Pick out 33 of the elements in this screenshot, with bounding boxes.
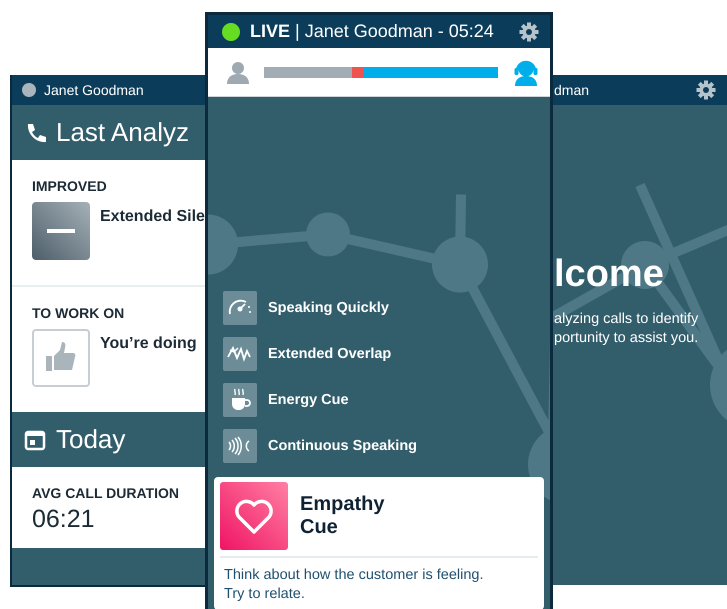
settings-icon[interactable] [695,79,717,101]
section-title: Today [56,424,126,455]
person-icon [226,60,250,84]
cue-label: Extended Overlap [268,346,392,362]
alert-message: Think about how the customer is feeling. Try to relate. [223,566,485,604]
welcome-heading: lcome [554,253,665,296]
user-name: dman [554,82,590,98]
call-status: LIVE | Janet Goodman - 05:24 [250,21,495,42]
section-label: IMPROVED [32,178,108,194]
welcome-text: alyzing calls to identify portunity to assist you. [554,310,700,348]
speedometer-icon [223,291,257,326]
insight-title: You’re doing [100,335,197,354]
cue-label: Continuous Speaking [268,438,418,454]
cue-label: Energy Cue [268,392,349,408]
settings-icon[interactable] [518,20,540,42]
alert-title: Empathy Cue [300,493,384,540]
coffee-cup-icon [223,383,257,418]
agent-headset-icon [512,58,540,86]
sound-waves-icon [223,429,257,464]
silence-icon [32,202,90,260]
live-dot [222,22,240,40]
status-dot [22,83,36,97]
wave-icon [223,337,257,372]
overlap-marker [352,66,364,78]
stat-value: 06:21 [32,505,96,534]
stat-label: AVG CALL DURATION [32,485,180,501]
calendar-icon [24,428,46,450]
cue-label: Speaking Quickly [268,300,389,316]
insight-title: Extended Sile [100,208,205,227]
section-title: Last Analyz [56,117,189,148]
thumbs-up-icon [32,329,90,387]
section-label: TO WORK ON [32,305,126,321]
user-name: Janet Goodman [44,82,144,98]
